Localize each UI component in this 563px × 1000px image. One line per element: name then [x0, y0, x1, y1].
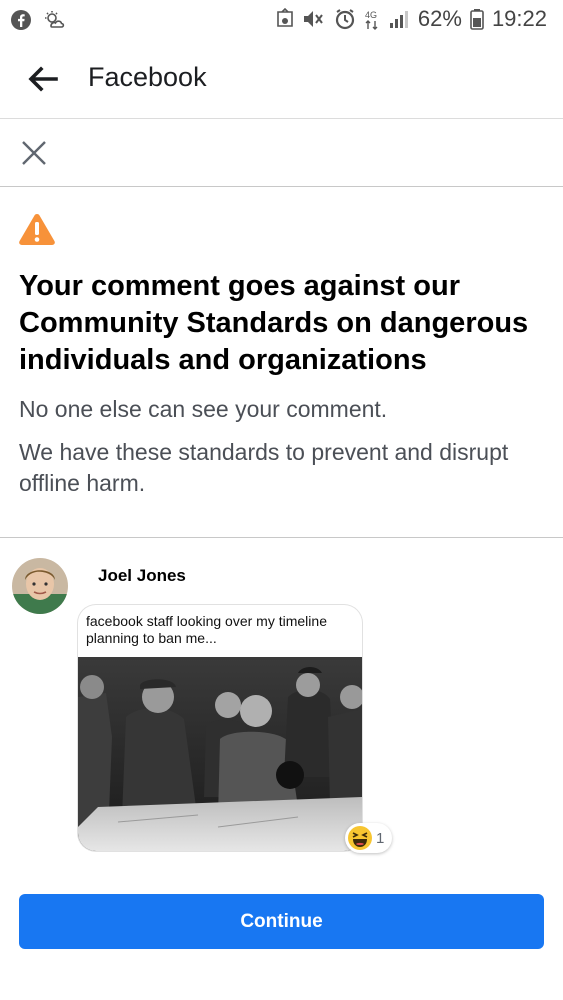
clock-icon — [335, 9, 354, 30]
arrow-left-icon — [28, 66, 58, 92]
close-icon — [22, 141, 46, 165]
battery-icon — [470, 9, 484, 30]
header-title: Facebook — [88, 62, 207, 92]
alarm-icon — [277, 8, 293, 27]
reaction-badge[interactable]: 1 — [345, 823, 393, 853]
close-button[interactable] — [20, 139, 48, 167]
signal-icon — [389, 11, 408, 28]
dialog-subtitle: No one else can see your comment. — [19, 396, 388, 422]
comment-author[interactable]: Joel Jones — [98, 566, 186, 586]
status-bar-right: 4G 62% 19:22 — [276, 6, 547, 32]
weather-icon — [45, 11, 65, 28]
facebook-icon — [11, 10, 31, 30]
status-bar: 4G 62% 19:22 — [0, 0, 563, 40]
status-bar-left — [10, 9, 68, 31]
laughing-emoji-icon — [348, 826, 372, 850]
app-header: Facebook — [0, 40, 563, 119]
network-label: 4G — [365, 10, 377, 20]
continue-button[interactable]: Continue — [19, 894, 544, 949]
battery-percent: 62% — [417, 6, 462, 31]
mute-icon — [303, 11, 323, 27]
divider — [0, 537, 563, 538]
dialog-toolbar — [0, 119, 563, 187]
avatar — [12, 558, 68, 614]
dialog-title: Your comment goes against our Community … — [19, 270, 529, 376]
meme-photo — [78, 657, 362, 851]
comment-meme[interactable]: facebook staff looking over my timeline … — [78, 605, 362, 851]
back-button[interactable] — [26, 62, 60, 96]
clock-time: 19:22 — [491, 6, 547, 31]
warning-triangle-icon — [19, 214, 55, 245]
reaction-count: 1 — [376, 829, 385, 847]
dialog-explanation: We have these standards to prevent and d… — [19, 439, 509, 496]
meme-caption: facebook staff looking over my timeline … — [86, 613, 327, 646]
network-4g-icon: 4G — [365, 10, 378, 30]
